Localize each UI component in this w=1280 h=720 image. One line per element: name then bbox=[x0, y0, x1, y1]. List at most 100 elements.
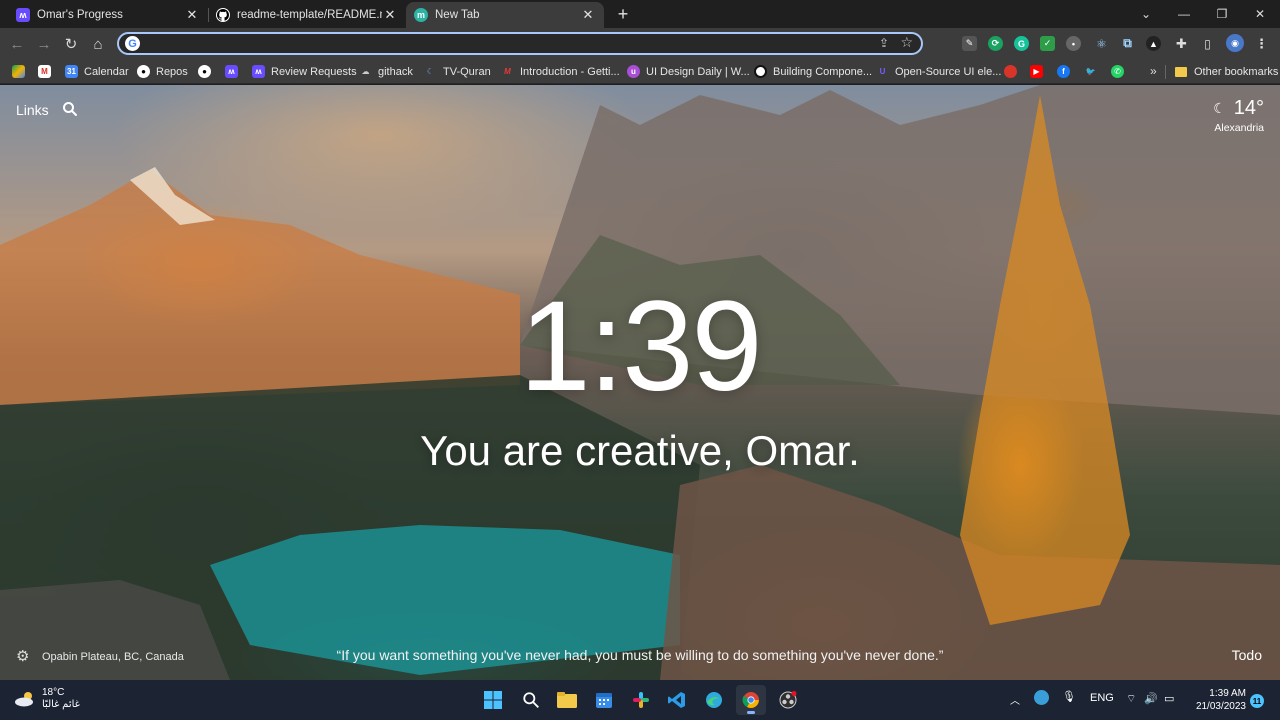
momentum-icon: ʍ bbox=[225, 65, 238, 78]
other-bookmarks-folder[interactable]: Other bookmarks bbox=[1175, 63, 1278, 80]
taskbar-slack[interactable] bbox=[626, 685, 656, 715]
taskbar-file-explorer[interactable] bbox=[552, 685, 582, 715]
daily-quote[interactable]: “If you want something you've never had,… bbox=[0, 647, 1280, 663]
bookmark-twitter[interactable]: 🐦 bbox=[1084, 63, 1097, 80]
battery-icon[interactable]: ▭ bbox=[1164, 692, 1174, 705]
screenshot-extension-icon[interactable]: ⧉ bbox=[1120, 36, 1135, 51]
tab-new-tab[interactable]: m New Tab ✕ bbox=[406, 2, 604, 28]
bookmark-whatsapp[interactable]: ✆ bbox=[1111, 63, 1124, 80]
bookmark-momentum[interactable]: ʍ bbox=[225, 63, 238, 80]
notification-badge[interactable]: 11 bbox=[1250, 694, 1264, 708]
address-input[interactable] bbox=[147, 35, 847, 53]
tray-overflow-chevron-icon[interactable]: ︿ bbox=[1010, 692, 1020, 707]
weather-temperature: 14° bbox=[1233, 97, 1264, 119]
todo-button[interactable]: Todo bbox=[1232, 647, 1262, 663]
maximize-button[interactable]: ❐ bbox=[1203, 0, 1241, 28]
taskbar-vscode[interactable] bbox=[662, 685, 692, 715]
github-icon: ● bbox=[137, 65, 150, 78]
edge-icon bbox=[706, 692, 722, 708]
language-indicator[interactable]: ENG bbox=[1090, 692, 1114, 704]
taskbar-edge[interactable] bbox=[699, 685, 729, 715]
bookmark-introduction[interactable]: M Introduction - Getti... bbox=[501, 63, 620, 80]
taskbar-search[interactable] bbox=[516, 685, 546, 715]
close-icon[interactable]: ✕ bbox=[580, 7, 596, 23]
shield-extension-icon[interactable]: ✓ bbox=[1040, 36, 1055, 51]
new-tab-button[interactable]: + bbox=[612, 4, 634, 24]
side-panel-icon[interactable]: ▯ bbox=[1200, 36, 1215, 51]
folder-icon bbox=[557, 692, 577, 708]
back-button[interactable]: ← bbox=[6, 33, 28, 55]
bookmark-github[interactable]: ● bbox=[198, 63, 211, 80]
grammarly-icon[interactable]: G bbox=[1014, 36, 1029, 51]
bookmark-label: UI Design Daily | W... bbox=[646, 65, 750, 78]
address-bar[interactable]: G ⇪ ☆ bbox=[117, 32, 923, 55]
react-devtools-icon[interactable]: ⚛ bbox=[1094, 36, 1109, 51]
tab-readme-template[interactable]: readme-template/README.md a ✕ bbox=[208, 2, 406, 28]
slack-icon bbox=[633, 692, 649, 708]
profile-avatar[interactable]: ◉ bbox=[1226, 34, 1244, 52]
bookmark-repos[interactable]: ● Repos bbox=[137, 63, 188, 80]
tab-omars-progress[interactable]: ʍ Omar's Progress ✕ bbox=[8, 2, 208, 28]
bookmarks-overflow-button[interactable]: » bbox=[1150, 64, 1157, 78]
bookmark-red[interactable] bbox=[1004, 63, 1017, 80]
bookmark-open-source-ui[interactable]: U Open-Source UI ele... bbox=[876, 63, 1002, 80]
bookmark-youtube[interactable]: ▶ bbox=[1030, 63, 1043, 80]
weather-widget[interactable]: ☾ 14° Alexandria bbox=[1213, 97, 1264, 134]
links-button[interactable]: Links bbox=[16, 102, 49, 118]
share-icon[interactable]: ⇪ bbox=[879, 36, 889, 50]
bookmark-building-components[interactable]: Building Compone... bbox=[754, 63, 872, 80]
taskbar-obs[interactable] bbox=[773, 685, 803, 715]
close-icon[interactable]: ✕ bbox=[184, 7, 200, 23]
bookmark-google-drive[interactable] bbox=[12, 63, 25, 80]
taskbar-chrome[interactable] bbox=[736, 685, 766, 715]
start-button[interactable] bbox=[478, 685, 508, 715]
tab-search-icon[interactable]: ⌄ bbox=[1127, 0, 1165, 28]
bookmark-gmail[interactable]: M bbox=[38, 63, 51, 80]
volume-icon[interactable]: 🔊 bbox=[1144, 692, 1158, 705]
calendar-icon: 31 bbox=[65, 65, 78, 78]
m-icon: M bbox=[504, 67, 511, 76]
bookmark-star-icon[interactable]: ☆ bbox=[900, 34, 913, 51]
bookmark-tv-quran[interactable]: ☾ TV-Quran bbox=[424, 63, 491, 80]
greeting: You are creative, Omar. bbox=[420, 427, 860, 474]
close-icon[interactable]: ✕ bbox=[382, 7, 398, 23]
momentum-icon: ʍ bbox=[252, 65, 265, 78]
reload-button[interactable]: ↻ bbox=[60, 33, 82, 55]
extensions-puzzle-icon[interactable]: ✚ bbox=[1174, 36, 1189, 51]
taskbar-calendar[interactable] bbox=[589, 685, 619, 715]
bookmark-githack[interactable]: ☁ githack bbox=[359, 63, 413, 80]
wifi-icon[interactable]: ⌔ bbox=[1126, 692, 1136, 706]
tray-app-icon[interactable] bbox=[1034, 690, 1049, 705]
extension-dark-icon[interactable]: ▲ bbox=[1146, 36, 1161, 51]
search-icon bbox=[523, 692, 539, 708]
calendar-icon bbox=[596, 693, 612, 708]
forward-button[interactable]: → bbox=[33, 33, 55, 55]
minimize-button[interactable]: — bbox=[1165, 0, 1203, 28]
extension-pen-icon[interactable]: ✎ bbox=[962, 36, 977, 51]
microphone-icon[interactable]: 🎙 bbox=[1062, 690, 1076, 703]
search-icon[interactable] bbox=[62, 101, 78, 117]
windows-taskbar: 18°C غائم غالبًا ︿ 🎙 ENG ⌔ 🔊 ▭ 1:39 AM 2… bbox=[0, 680, 1280, 720]
extension-green-icon[interactable]: ⟳ bbox=[988, 36, 1003, 51]
bookmark-review-requests[interactable]: ʍ Review Requests bbox=[252, 63, 357, 80]
browser-toolbar: ← → ↻ ⌂ G ⇪ ☆ ✎ ⟳ G ✓ • ⚛ ⧉ ▲ ✚ ▯ ◉ ⋮ bbox=[0, 28, 1280, 59]
bookmark-facebook[interactable]: f bbox=[1057, 63, 1070, 80]
momentum-m-icon: m bbox=[414, 8, 428, 22]
home-button[interactable]: ⌂ bbox=[87, 33, 109, 55]
bookmark-label: Review Requests bbox=[271, 65, 357, 78]
taskbar-clock[interactable]: 1:39 AM 21/03/2023 bbox=[1190, 687, 1246, 713]
bookmark-ui-design-daily[interactable]: u UI Design Daily | W... bbox=[627, 63, 750, 80]
bookmark-label: Open-Source UI ele... bbox=[895, 65, 1002, 78]
bookmark-calendar[interactable]: 31 Calendar bbox=[65, 63, 129, 80]
close-window-button[interactable]: ✕ bbox=[1241, 0, 1279, 28]
ui-lib-icon: U bbox=[879, 67, 886, 76]
red-icon bbox=[1004, 65, 1017, 78]
taskbar-time: 1:39 AM bbox=[1209, 688, 1246, 699]
bookmark-label: Building Compone... bbox=[773, 65, 873, 78]
taskbar-weather[interactable]: 18°C غائم غالبًا bbox=[14, 687, 80, 711]
menu-kebab-icon[interactable]: ⋮ bbox=[1254, 36, 1269, 51]
circle-icon bbox=[754, 65, 767, 78]
github-icon bbox=[216, 8, 230, 22]
tab-label: New Tab bbox=[435, 9, 480, 21]
extension-gray-icon[interactable]: • bbox=[1066, 36, 1081, 51]
